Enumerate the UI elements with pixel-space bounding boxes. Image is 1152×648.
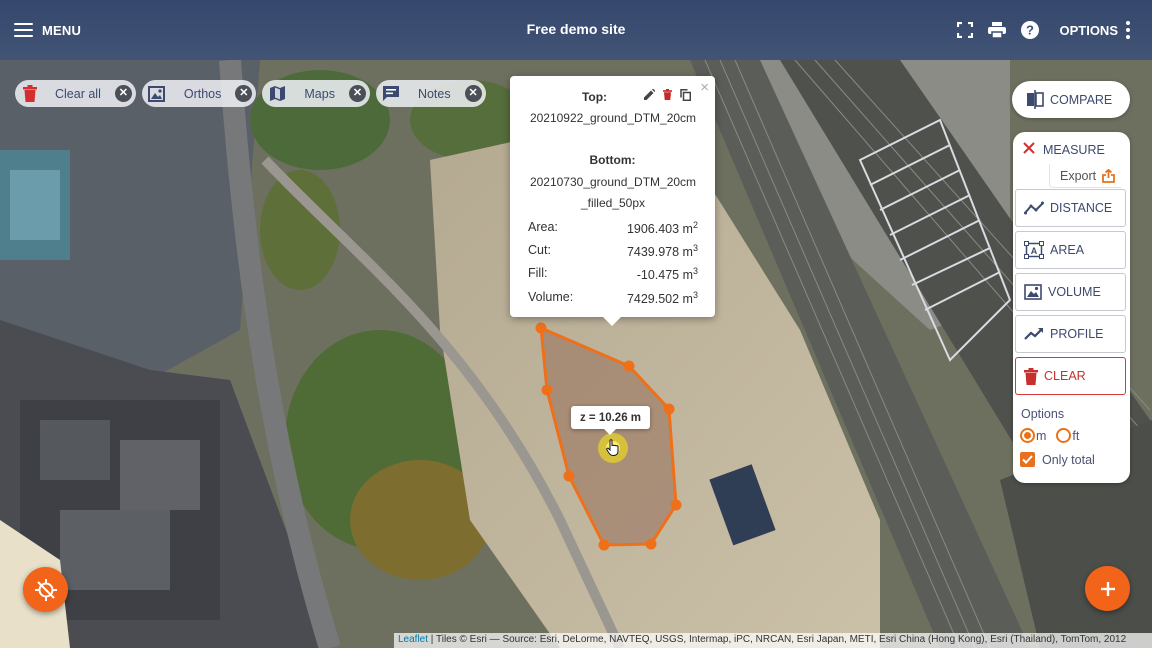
only-total-checkbox[interactable]	[1020, 452, 1035, 467]
print-icon[interactable]	[986, 19, 1008, 41]
compare-icon	[1027, 90, 1044, 109]
close-icon[interactable]: ✕	[235, 85, 253, 102]
trash-icon	[21, 85, 39, 103]
stat-label: Volume:	[528, 290, 574, 304]
tool-label: PROFILE	[1050, 327, 1104, 341]
image-icon	[148, 85, 166, 103]
unit-m-radio[interactable]	[1020, 428, 1035, 443]
gps-button[interactable]	[23, 567, 68, 612]
trash-icon	[1024, 367, 1038, 385]
unit-ft-label: ft	[1072, 428, 1080, 443]
options-button[interactable]: OPTIONS	[1059, 21, 1130, 39]
menu-button[interactable]: MENU	[14, 19, 81, 41]
bottom-file-name: 20210730_ground_DTM_20cm_filled_50px	[529, 175, 697, 210]
top-bar: MENU Free demo site ? OPTIONS	[0, 0, 1152, 60]
map-attribution: Leaflet | Tiles © Esri — Source: Esri, D…	[394, 633, 1152, 648]
distance-button[interactable]: DISTANCE	[1015, 189, 1126, 227]
chip-notes[interactable]: Notes ✕	[375, 80, 486, 107]
edit-icon[interactable]	[643, 88, 655, 101]
only-total-label: Only total	[1042, 452, 1095, 467]
stat-value: -10.475 m3	[636, 266, 698, 283]
close-icon[interactable]: ✕	[464, 85, 482, 102]
help-icon[interactable]: ?	[1019, 19, 1041, 41]
elevation-tooltip: z = 10.26 m	[571, 406, 650, 435]
stat-cut: Cut: 7439.978 m3	[528, 243, 698, 259]
only-total-option: Only total	[1020, 452, 1095, 467]
copy-icon[interactable]	[679, 88, 691, 101]
location-off-icon	[34, 578, 57, 601]
close-measure-icon[interactable]	[1023, 142, 1035, 157]
note-icon	[382, 85, 400, 103]
area-icon: A	[1024, 241, 1044, 259]
profile-icon	[1024, 328, 1043, 340]
unit-m-label: m	[1036, 428, 1047, 443]
distance-icon	[1024, 201, 1044, 215]
filter-chips: Clear all ✕ Orthos ✕ Maps ✕ Notes ✕	[15, 80, 486, 107]
chip-label: Clear all	[55, 86, 101, 101]
compare-label: COMPARE	[1050, 92, 1113, 107]
leaflet-link[interactable]: Leaflet	[398, 634, 428, 645]
volume-icon	[1024, 284, 1042, 300]
stat-volume: Volume: 7429.502 m3	[528, 290, 698, 306]
svg-text:A: A	[1031, 246, 1038, 256]
volume-result-popup: × Top: 20210922_ground_DTM_20cm Bottom: …	[510, 76, 715, 326]
clear-button[interactable]: CLEAR	[1015, 357, 1126, 395]
unit-ft-radio[interactable]	[1056, 428, 1072, 443]
attribution-text: | Tiles © Esri — Source: Esri, DeLorme, …	[428, 634, 1127, 645]
map-icon	[268, 85, 286, 103]
tool-label: CLEAR	[1044, 369, 1086, 383]
export-icon	[1102, 168, 1116, 183]
bottom-title: Bottom:	[589, 153, 636, 167]
unit-radio-group: m ft	[1020, 428, 1079, 443]
stat-value: 1906.403 m2	[626, 220, 698, 237]
measure-panel: MEASURE Export DISTANCE A AREA VOLUME PR…	[1013, 132, 1130, 483]
measure-header: MEASURE	[1023, 142, 1105, 157]
svg-text:?: ?	[1026, 23, 1034, 38]
close-icon[interactable]: ✕	[114, 85, 132, 102]
volume-button[interactable]: VOLUME	[1015, 273, 1126, 311]
chip-label: Maps	[304, 86, 335, 101]
profile-button[interactable]: PROFILE	[1015, 315, 1126, 353]
chip-label: Orthos	[183, 86, 222, 101]
top-file-name: 20210922_ground_DTM_20cm	[529, 111, 697, 125]
add-button[interactable]	[1085, 566, 1130, 611]
stat-value: 7429.502 m3	[626, 290, 698, 307]
area-button[interactable]: A AREA	[1015, 231, 1126, 269]
fullscreen-icon[interactable]	[954, 19, 976, 41]
export-button[interactable]: Export	[1049, 164, 1122, 188]
chip-label: Notes	[417, 86, 451, 101]
chip-maps[interactable]: Maps ✕	[262, 80, 370, 107]
measure-title: MEASURE	[1043, 142, 1105, 157]
stat-value: 7439.978 m3	[626, 243, 698, 260]
tool-label: AREA	[1050, 243, 1085, 257]
export-label: Export	[1060, 168, 1097, 183]
hand-cursor-icon	[606, 439, 619, 456]
options-title: Options	[1021, 407, 1065, 421]
site-title: Free demo site	[526, 21, 626, 37]
plus-icon	[1100, 581, 1115, 596]
stat-fill: Fill: -10.475 m3	[528, 266, 698, 282]
options-label: OPTIONS	[1059, 22, 1118, 38]
check-icon	[1022, 455, 1033, 464]
stat-label: Cut:	[528, 243, 551, 257]
tool-label: DISTANCE	[1050, 201, 1113, 215]
close-icon[interactable]: ✕	[348, 85, 366, 102]
hamburger-icon	[14, 23, 33, 38]
tool-label: VOLUME	[1048, 285, 1101, 299]
stat-label: Fill:	[528, 266, 548, 280]
compare-button[interactable]: COMPARE	[1012, 81, 1130, 118]
chip-orthos[interactable]: Orthos ✕	[141, 80, 257, 107]
stat-area: Area: 1906.403 m2	[528, 220, 698, 236]
popup-tools	[643, 88, 691, 101]
more-vertical-icon	[1126, 21, 1130, 39]
menu-label: MENU	[42, 22, 82, 38]
chip-clear-all[interactable]: Clear all ✕	[15, 80, 136, 107]
delete-icon[interactable]	[661, 88, 673, 101]
stat-label: Area:	[528, 220, 558, 234]
